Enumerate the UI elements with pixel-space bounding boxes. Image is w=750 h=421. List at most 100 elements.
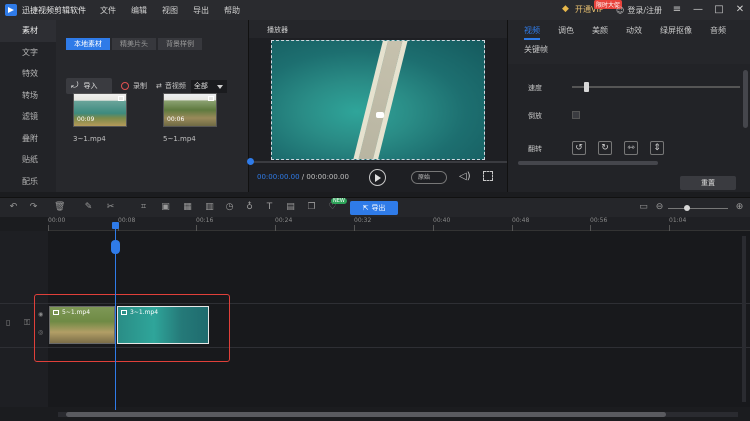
import-icon: ⤾ bbox=[71, 81, 79, 91]
record-button[interactable]: 录制 bbox=[121, 81, 147, 91]
rotate-left-icon[interactable]: ↺ bbox=[572, 141, 586, 155]
menu-view[interactable]: 视图 bbox=[162, 5, 178, 16]
tab-beauty[interactable]: 美颜 bbox=[592, 25, 608, 36]
video-preview[interactable] bbox=[271, 40, 485, 160]
tab-local-media[interactable]: 本地素材 bbox=[66, 38, 110, 50]
menu-help[interactable]: 帮助 bbox=[224, 5, 240, 16]
title-bar: 迅捷视频剪辑软件 文件 编辑 视图 导出 帮助 ◆ 开通VIP 限时大促 ☺ 登… bbox=[0, 0, 750, 20]
delete-icon[interactable]: 🗑 bbox=[54, 202, 65, 213]
tab-motion[interactable]: 动效 bbox=[626, 25, 642, 36]
playhead-marker[interactable] bbox=[112, 222, 119, 229]
reverse-label: 倒放 bbox=[528, 112, 542, 120]
properties-scrollbar[interactable] bbox=[743, 70, 748, 128]
sidebar-item-media[interactable]: 素材 bbox=[0, 20, 56, 42]
rotate-right-icon[interactable]: ↻ bbox=[598, 141, 612, 155]
sidebar-item-stickers[interactable]: 贴纸 bbox=[0, 149, 56, 171]
play-button[interactable] bbox=[369, 169, 386, 186]
subtitle-icon[interactable]: ▤ bbox=[285, 202, 296, 213]
tab-keyframe[interactable]: 关键帧 bbox=[524, 44, 548, 55]
scrollbar-thumb[interactable] bbox=[66, 412, 666, 417]
playback-progress[interactable] bbox=[247, 158, 507, 165]
layers-icon[interactable]: ❐ bbox=[306, 202, 317, 213]
flip-vertical-icon[interactable]: ⇕ bbox=[650, 141, 664, 155]
ruler-tick: 00:40 bbox=[433, 217, 451, 231]
reverse-checkbox[interactable] bbox=[572, 111, 580, 119]
new-badge: NEW bbox=[331, 198, 347, 204]
mosaic-icon[interactable]: ▣ bbox=[160, 202, 171, 213]
import-label: 导入 bbox=[83, 82, 98, 90]
import-button[interactable]: ⤾ 导入 bbox=[66, 78, 112, 94]
sidebar-item-effects[interactable]: 特效 bbox=[0, 63, 56, 85]
ruler-tick: 00:24 bbox=[275, 217, 293, 231]
film-track-icon: ▯ bbox=[6, 318, 11, 327]
sidebar-item-transitions[interactable]: 转场 bbox=[0, 85, 56, 107]
tab-green-screen[interactable]: 绿屏抠像 bbox=[660, 25, 692, 36]
player-timecode: 00:00:00.00 / 00:00:00.00 bbox=[257, 173, 349, 181]
diamond-icon: ◆ bbox=[562, 4, 569, 14]
thumbnail-duration: 00:09 bbox=[77, 116, 95, 123]
edit-icon[interactable]: ✎ bbox=[83, 202, 94, 213]
timeline-v-scrollbar[interactable] bbox=[742, 236, 746, 402]
minimize-icon[interactable]: — bbox=[692, 4, 704, 16]
clock-icon[interactable]: ◷ bbox=[224, 202, 235, 213]
export-button[interactable]: ⇱ 导出 bbox=[350, 201, 398, 215]
playhead-handle[interactable] bbox=[111, 240, 120, 254]
progress-handle[interactable] bbox=[247, 158, 254, 165]
menu-icon[interactable]: ≡ bbox=[671, 4, 683, 16]
app-logo-icon bbox=[5, 4, 17, 16]
record-icon bbox=[121, 82, 129, 90]
crop-icon[interactable]: ⌗ bbox=[138, 202, 149, 213]
zoom-out-icon[interactable]: ⊖ bbox=[654, 202, 665, 213]
tab-backgrounds[interactable]: 背景样例 bbox=[158, 38, 202, 50]
speed-slider[interactable] bbox=[572, 86, 740, 88]
zoom-slider[interactable] bbox=[668, 208, 728, 209]
total-time: 00:00:00.00 bbox=[306, 173, 349, 181]
microphone-icon[interactable]: ♁ bbox=[244, 202, 255, 213]
audio-video-button[interactable]: ⇄ 音视频 bbox=[156, 81, 186, 91]
undo-icon[interactable]: ↶ bbox=[8, 202, 19, 213]
aspect-ratio-dropdown[interactable]: 原始 bbox=[411, 171, 447, 184]
sidebar-item-text[interactable]: 文字 bbox=[0, 42, 56, 64]
menu-edit[interactable]: 编辑 bbox=[131, 5, 147, 16]
speed-slider-handle[interactable] bbox=[584, 82, 589, 92]
audio-wave-icon[interactable]: ▥ bbox=[204, 202, 215, 213]
close-icon[interactable]: ✕ bbox=[734, 4, 746, 16]
flip-horizontal-icon[interactable]: ⇿ bbox=[624, 141, 638, 155]
tab-color[interactable]: 调色 bbox=[558, 25, 574, 36]
media-thumbnail[interactable]: 00:09 bbox=[73, 93, 127, 127]
video-flag-icon bbox=[118, 96, 124, 101]
zoom-slider-handle[interactable] bbox=[684, 205, 690, 211]
menu-file[interactable]: 文件 bbox=[100, 5, 116, 16]
fullscreen-icon[interactable] bbox=[483, 171, 493, 181]
properties-h-scrollbar[interactable] bbox=[518, 161, 658, 165]
redo-icon[interactable]: ↷ bbox=[28, 202, 39, 213]
sidebar-item-music[interactable]: 配乐 bbox=[0, 171, 56, 193]
record-label: 录制 bbox=[133, 82, 147, 90]
sidebar-item-overlay[interactable]: 叠附 bbox=[0, 128, 56, 150]
media-thumbnail[interactable]: 00:06 bbox=[163, 93, 217, 127]
timeline-h-scrollbar[interactable] bbox=[58, 412, 738, 417]
login-button[interactable]: ☺ 登录/注册 bbox=[616, 5, 662, 16]
split-icon[interactable]: ✂ bbox=[105, 202, 116, 213]
timeline-ruler[interactable]: 00:00 00:08 00:16 00:24 00:32 00:40 00:4… bbox=[48, 217, 750, 231]
ruler-tick: 00:00 bbox=[48, 217, 66, 231]
maximize-icon[interactable]: □ bbox=[713, 4, 725, 16]
tab-video[interactable]: 视频 bbox=[524, 25, 540, 40]
annotation-highlight-box bbox=[34, 294, 230, 362]
road-shape bbox=[349, 41, 410, 159]
tab-audio[interactable]: 音频 bbox=[710, 25, 726, 36]
window-controls: ≡ — □ ✕ bbox=[662, 4, 746, 16]
menu-export[interactable]: 导出 bbox=[193, 5, 209, 16]
zoom-in-icon[interactable]: ⊕ bbox=[734, 202, 745, 213]
fit-icon[interactable]: ▭ bbox=[638, 202, 649, 213]
lock-icon[interactable]: ⚿ bbox=[24, 318, 30, 328]
sidebar-item-filters[interactable]: 滤镜 bbox=[0, 106, 56, 128]
freeze-icon[interactable]: ▦ bbox=[182, 202, 193, 213]
tab-intros[interactable]: 精美片头 bbox=[112, 38, 156, 50]
volume-icon[interactable]: ◁) bbox=[459, 171, 471, 182]
reset-button[interactable]: 重置 bbox=[680, 176, 736, 190]
thumbnail-name: 3~1.mp4 bbox=[73, 135, 106, 143]
timeline-toolbar: ↶ ↷ 🗑 ✎ ✂ ⌗ ▣ ▦ ▥ ◷ ♁ T ▤ ❐ ♡ NEW ⇱ 导出 ▭ … bbox=[0, 197, 750, 217]
text-icon[interactable]: T bbox=[264, 202, 275, 213]
filter-select[interactable]: 全部 bbox=[190, 79, 227, 93]
